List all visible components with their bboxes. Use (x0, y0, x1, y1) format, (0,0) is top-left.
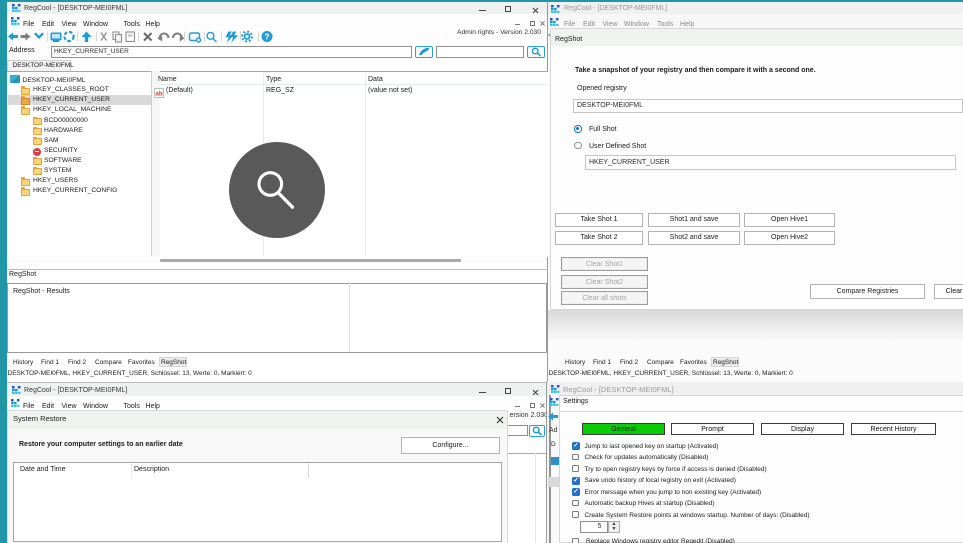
svg-text:ab: ab (155, 90, 162, 97)
svg-text:?: ? (264, 31, 269, 41)
